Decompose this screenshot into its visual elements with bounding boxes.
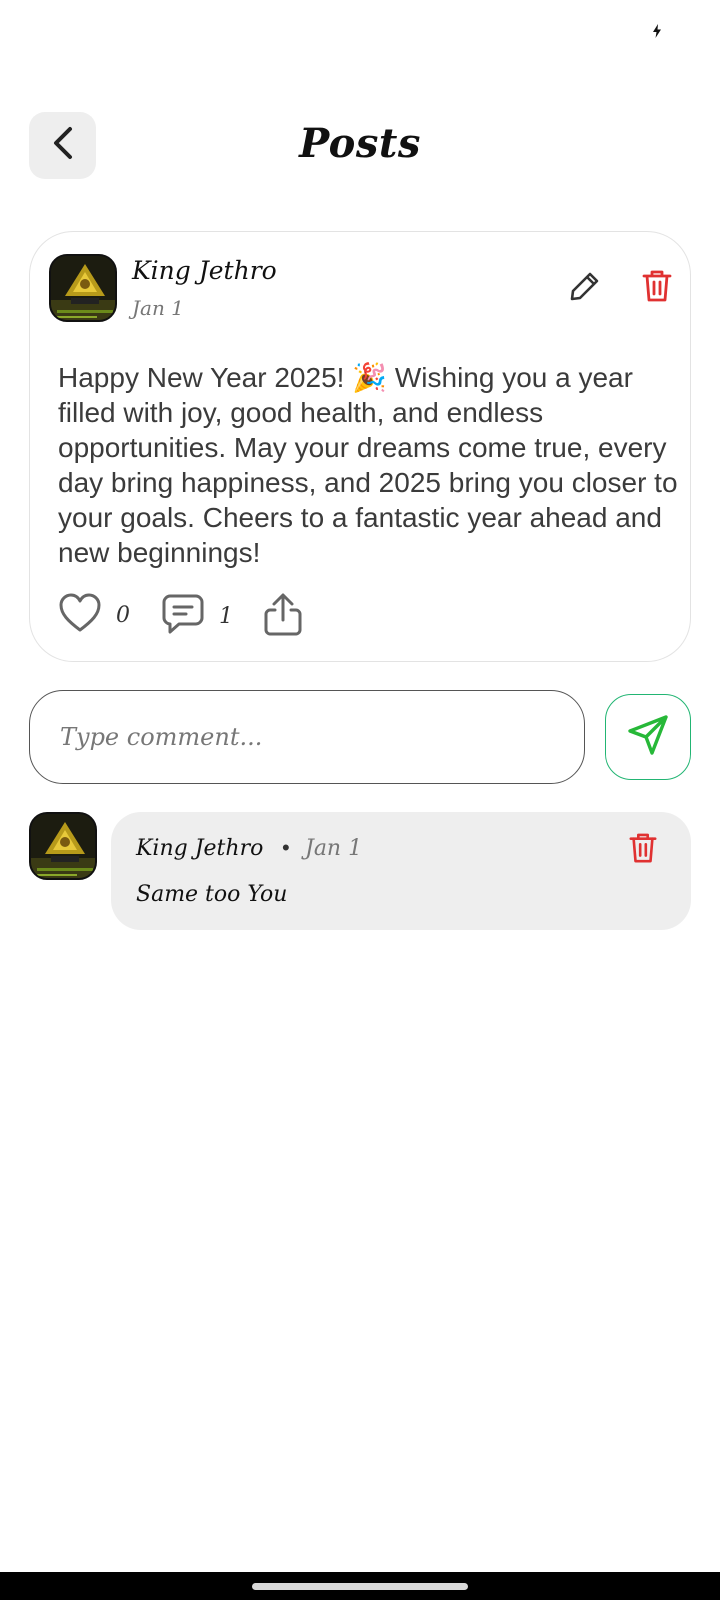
trash-icon	[641, 269, 673, 308]
status-bar	[0, 0, 720, 64]
avatar[interactable]	[49, 254, 117, 322]
comment-button[interactable]: 1	[161, 592, 233, 641]
post-date: Jan 1	[132, 296, 184, 320]
post-author[interactable]: King Jethro	[132, 256, 277, 285]
header: Posts	[0, 112, 720, 180]
delete-comment-button[interactable]	[621, 828, 665, 872]
comment-input-box[interactable]	[29, 690, 585, 784]
send-icon	[626, 713, 670, 762]
delete-post-button[interactable]	[635, 266, 679, 310]
heart-icon	[58, 592, 102, 639]
comment-count: 1	[219, 604, 233, 629]
edit-post-button[interactable]	[563, 266, 607, 310]
post-card: King Jethro Jan 1 Happy New Year 2025! 🎉…	[29, 231, 691, 662]
comment-text: Same too You	[136, 882, 288, 907]
page-title: Posts	[299, 120, 421, 167]
system-nav-bar	[0, 1572, 720, 1600]
pencil-icon	[569, 270, 601, 307]
comment-input[interactable]	[60, 691, 560, 783]
like-button[interactable]: 0	[58, 592, 130, 639]
separator-dot: •	[282, 835, 290, 860]
comment-date: Jan 1	[305, 836, 363, 861]
trash-icon	[628, 832, 658, 869]
post-body: Happy New Year 2025! 🎉 Wishing you a yea…	[58, 362, 678, 568]
send-comment-button[interactable]	[605, 694, 691, 780]
comment-bubble: King Jethro • Jan 1 Same too You	[111, 812, 691, 930]
charging-icon	[652, 24, 662, 43]
share-icon	[263, 592, 303, 641]
comment-avatar[interactable]	[29, 812, 97, 880]
comment-icon	[161, 592, 205, 641]
share-button[interactable]	[263, 592, 303, 641]
comment-author[interactable]: King Jethro	[136, 836, 263, 861]
home-handle[interactable]	[252, 1583, 468, 1590]
like-count: 0	[116, 603, 130, 628]
